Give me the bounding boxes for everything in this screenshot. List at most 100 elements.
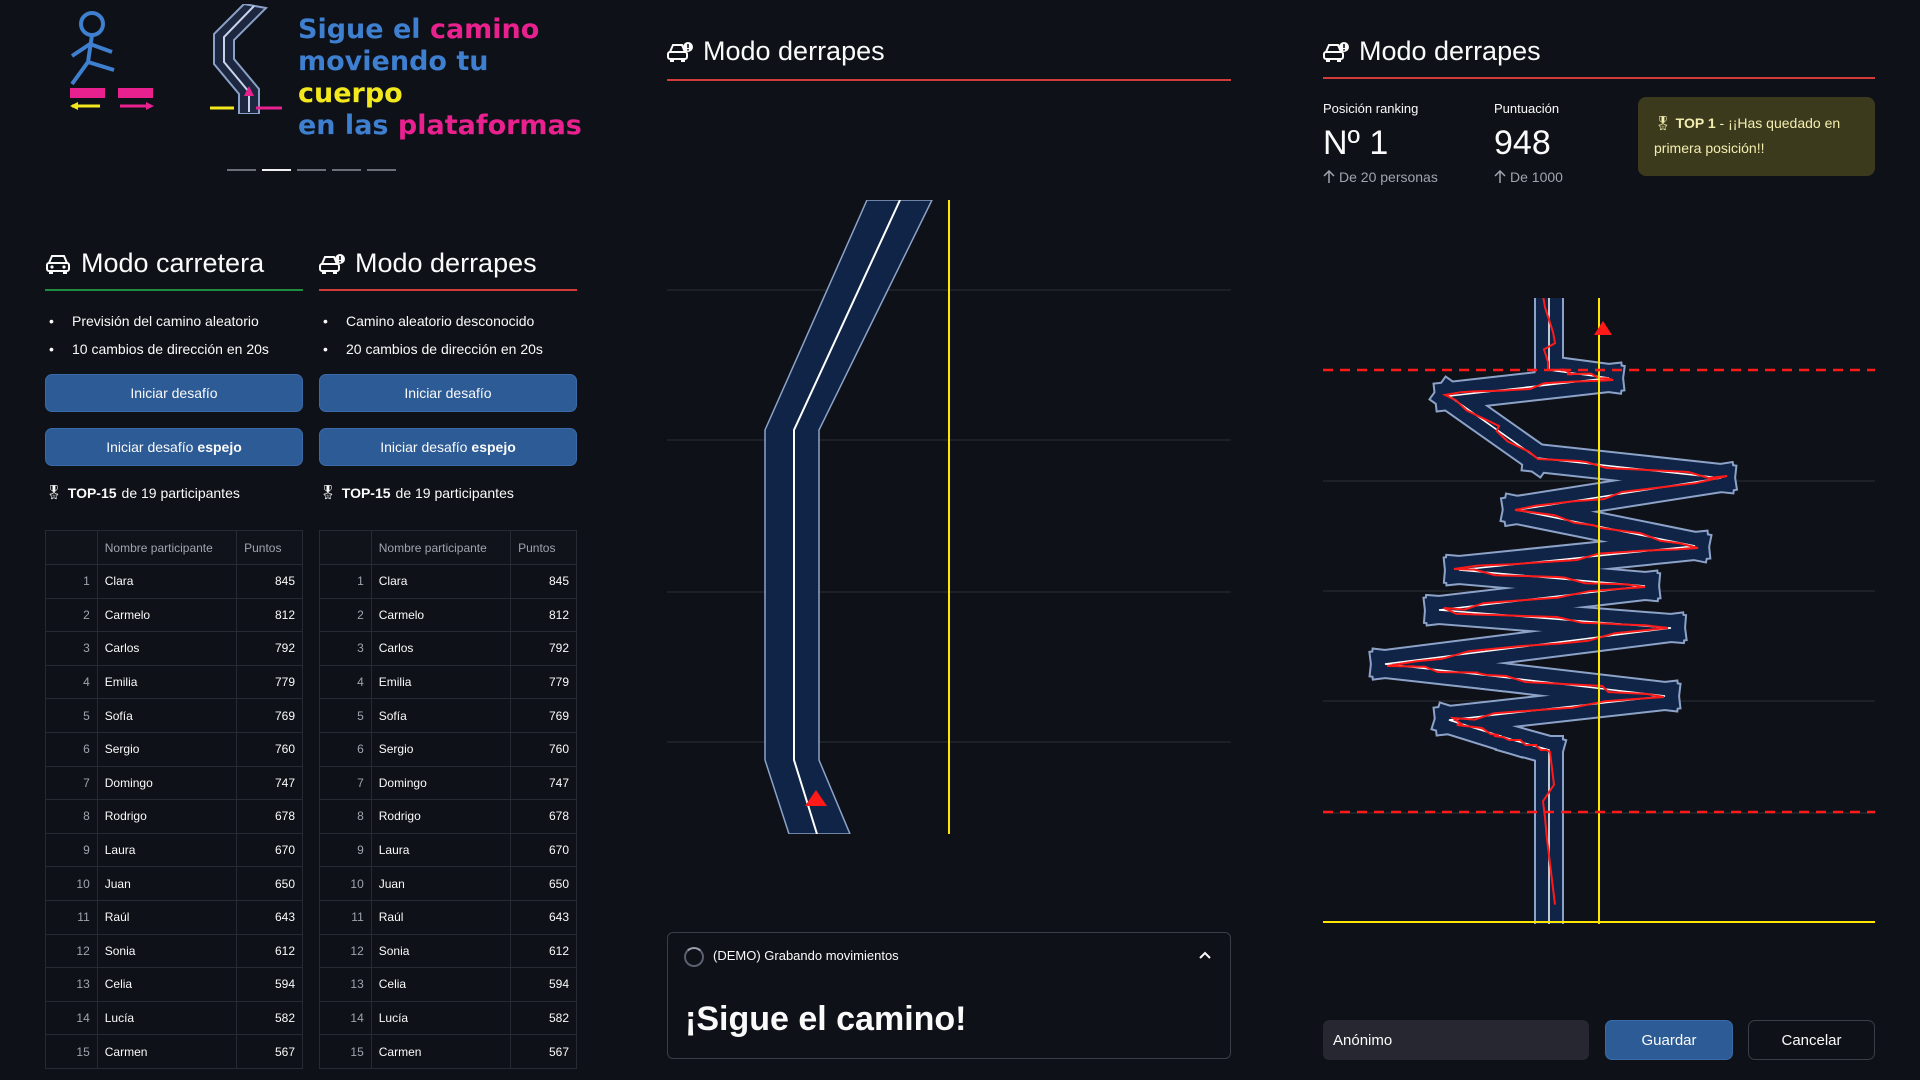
table-header-name[interactable]: Nombre participante <box>97 530 238 565</box>
cancel-button[interactable]: Cancelar <box>1748 1020 1875 1060</box>
carousel-indicators[interactable] <box>227 169 396 171</box>
participant-name: Raúl <box>371 900 512 935</box>
table-row[interactable]: 8 Rodrigo 678 <box>45 799 303 834</box>
metric-delta: De 20 personas <box>1323 169 1483 185</box>
participant-name: Rodrigo <box>371 799 512 834</box>
table-row[interactable]: 4 Emilia 779 <box>45 665 303 700</box>
participant-name: Celia <box>97 967 238 1002</box>
table-header-index[interactable] <box>319 530 372 565</box>
table-row[interactable]: 15 Carmen 567 <box>319 1034 577 1069</box>
top1-alert: 🎖 TOP 1 - ¡¡Has quedado en primera posic… <box>1638 97 1875 176</box>
table-row[interactable]: 2 Carmelo 812 <box>45 598 303 633</box>
feature-item: Camino aleatorio desconocido <box>319 307 577 335</box>
table-row[interactable]: 1 Clara 845 <box>319 564 577 599</box>
mode-carretera-divider <box>45 289 303 291</box>
table-header-name[interactable]: Nombre participante <box>371 530 512 565</box>
mode-derrapes-panel: Modo derrapes Camino aleatorio desconoci… <box>319 248 577 501</box>
carousel-dot[interactable] <box>367 169 396 171</box>
demo-expander[interactable]: (DEMO) Grabando movimientos ¡Sigue el ca… <box>667 932 1231 1059</box>
carousel-dot-active[interactable] <box>262 169 291 171</box>
table-row[interactable]: 8 Rodrigo 678 <box>319 799 577 834</box>
feature-item: Previsión del camino aleatorio <box>45 307 303 335</box>
table-header-points[interactable]: Puntos <box>510 530 577 565</box>
ranking-table-carretera[interactable]: Nombre participante Puntos 1 Clara 845 2 Car… <box>45 530 303 1069</box>
participant-points: 678 <box>236 799 303 834</box>
ranking-table-derrapes[interactable]: Nombre participante Puntos 1 Clara 845 2 Car… <box>319 530 577 1069</box>
result-title: Modo derrapes <box>1323 36 1875 67</box>
car-icon <box>46 254 70 274</box>
participant-points: 594 <box>236 967 303 1002</box>
table-row[interactable]: 11 Raúl 643 <box>45 900 303 935</box>
row-index: 13 <box>45 967 98 1002</box>
participant-points: 792 <box>236 631 303 666</box>
table-header-index[interactable] <box>45 530 98 565</box>
table-row[interactable]: 6 Sergio 760 <box>319 732 577 767</box>
live-road-view <box>667 200 1231 834</box>
start-challenge-button[interactable]: Iniciar desafío <box>319 374 577 412</box>
table-row[interactable]: 14 Lucía 582 <box>319 1001 577 1036</box>
participant-points: 670 <box>236 833 303 868</box>
row-index: 4 <box>45 665 98 700</box>
table-row[interactable]: 10 Juan 650 <box>319 866 577 901</box>
participant-name: Laura <box>97 833 238 868</box>
carousel-dot[interactable] <box>332 169 361 171</box>
table-row[interactable]: 6 Sergio 760 <box>45 732 303 767</box>
participant-name: Sonia <box>97 934 238 969</box>
save-button[interactable]: Guardar <box>1605 1020 1733 1060</box>
table-row[interactable]: 11 Raúl 643 <box>319 900 577 935</box>
player-name-input[interactable]: Anónimo <box>1323 1020 1589 1060</box>
participant-points: 779 <box>236 665 303 700</box>
participant-name: Carlos <box>97 631 238 666</box>
row-index: 10 <box>319 866 372 901</box>
banner: Sigue el camino moviendo tu cuerpo en la… <box>60 4 582 141</box>
table-row[interactable]: 15 Carmen 567 <box>45 1034 303 1069</box>
follow-path-heading: ¡Sigue el camino! <box>685 1000 967 1038</box>
table-row[interactable]: 5 Sofía 769 <box>319 698 577 733</box>
table-row[interactable]: 9 Laura 670 <box>45 833 303 868</box>
participant-points: 567 <box>510 1034 577 1069</box>
drift-car-icon <box>667 41 693 62</box>
row-index: 4 <box>319 665 372 700</box>
table-row[interactable]: 12 Sonia 612 <box>319 934 577 969</box>
table-row[interactable]: 4 Emilia 779 <box>319 665 577 700</box>
table-row[interactable]: 3 Carlos 792 <box>319 631 577 666</box>
row-index: 6 <box>45 732 98 767</box>
mode-carretera-features: Previsión del camino aleatorio 10 cambio… <box>45 307 303 363</box>
table-header-points[interactable]: Puntos <box>236 530 303 565</box>
drift-car-icon <box>319 253 345 274</box>
mode-carretera-panel: Modo carretera Previsión del camino alea… <box>45 248 303 501</box>
result-path-chart <box>1323 298 1875 924</box>
row-index: 9 <box>319 833 372 868</box>
table-row[interactable]: 10 Juan 650 <box>45 866 303 901</box>
table-row[interactable]: 13 Celia 594 <box>45 967 303 1002</box>
table-row[interactable]: 7 Domingo 747 <box>319 766 577 801</box>
participant-points: 678 <box>510 799 577 834</box>
carousel-dot[interactable] <box>297 169 326 171</box>
table-row[interactable]: 5 Sofía 769 <box>45 698 303 733</box>
table-row[interactable]: 13 Celia 594 <box>319 967 577 1002</box>
participant-points: 594 <box>510 967 577 1002</box>
table-row[interactable]: 2 Carmelo 812 <box>319 598 577 633</box>
mode-derrapes-title: Modo derrapes <box>319 248 577 279</box>
start-mirror-challenge-button[interactable]: Iniciar desafío espejo <box>45 428 303 466</box>
table-row[interactable]: 12 Sonia 612 <box>45 934 303 969</box>
chevron-up-icon[interactable] <box>1198 949 1212 961</box>
participant-points: 792 <box>510 631 577 666</box>
participant-name: Sergio <box>371 732 512 767</box>
row-index: 1 <box>45 564 98 599</box>
feature-item: 10 cambios de dirección en 20s <box>45 335 303 363</box>
table-row[interactable]: 14 Lucía 582 <box>45 1001 303 1036</box>
start-challenge-button[interactable]: Iniciar desafío <box>45 374 303 412</box>
row-index: 8 <box>45 799 98 834</box>
table-row[interactable]: 7 Domingo 747 <box>45 766 303 801</box>
stick-figure-logo-icon <box>70 11 154 110</box>
mode-derrapes-features: Camino aleatorio desconocido 20 cambios … <box>319 307 577 363</box>
table-row[interactable]: 9 Laura 670 <box>319 833 577 868</box>
start-mirror-challenge-button[interactable]: Iniciar desafío espejo <box>319 428 577 466</box>
participant-name: Carmelo <box>371 598 512 633</box>
carousel-dot[interactable] <box>227 169 256 171</box>
medal-icon: 🎖 <box>45 484 63 500</box>
table-row[interactable]: 3 Carlos 792 <box>45 631 303 666</box>
table-row[interactable]: 1 Clara 845 <box>45 564 303 599</box>
ranking-metric: Posición ranking Nº 1 De 20 personas <box>1323 101 1483 185</box>
